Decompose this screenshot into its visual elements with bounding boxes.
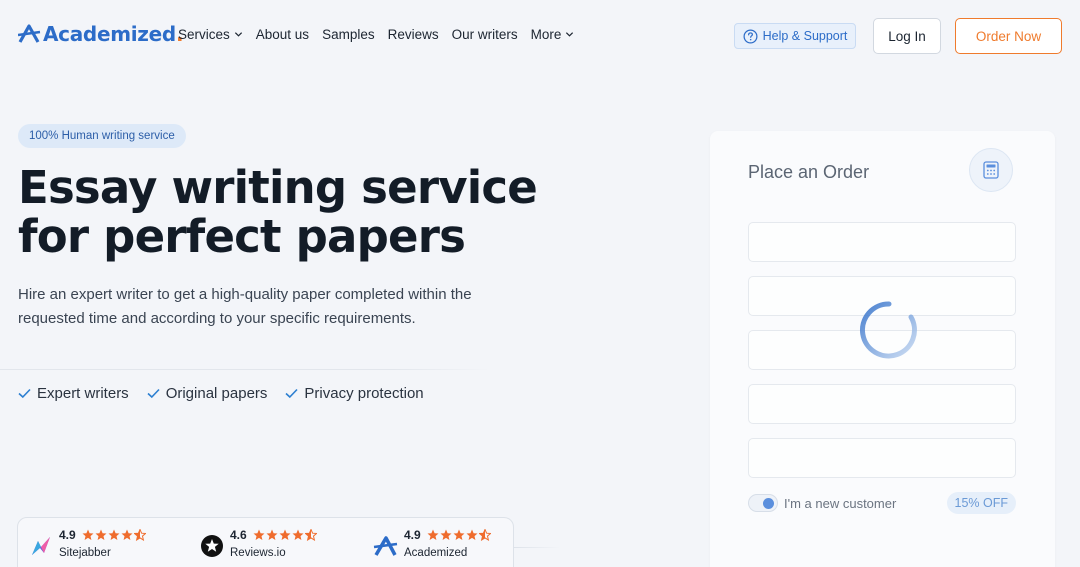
rating-source-name: Reviews.io	[230, 547, 286, 559]
nav-label: About us	[255, 27, 310, 42]
star-icon	[95, 529, 107, 540]
login-button[interactable]: Log In	[873, 18, 941, 54]
nav-label: Our writers	[451, 27, 518, 42]
feature-label: Original papers	[165, 385, 268, 402]
hero-subtitle: Hire an expert writer to get a high-qual…	[18, 286, 472, 327]
star-icon	[121, 529, 133, 540]
site-header: Academized. Services About us Samples Re…	[0, 0, 1080, 72]
logo[interactable]: Academized.	[18, 21, 184, 47]
human-writing-badge: 100% Human writing service	[18, 124, 186, 148]
question-circle-icon	[743, 29, 758, 43]
feature-label: Privacy protection	[304, 385, 424, 402]
order-field-1[interactable]	[748, 222, 1016, 262]
order-field-5[interactable]	[748, 438, 1016, 478]
star-icon	[108, 529, 120, 540]
sitejabber-icon	[32, 537, 50, 555]
nav-label: Services	[178, 27, 230, 42]
star-icon	[292, 529, 304, 540]
order-form-title: Place an Order	[748, 162, 870, 182]
ratings-bar: 4.9 Sitejabber 4.6 Reviews.io 4.9 Academ…	[17, 517, 514, 567]
star-icon	[266, 529, 278, 540]
feature-item: Expert writers	[18, 385, 129, 402]
star-icon	[466, 529, 478, 540]
rating-source-name: Sitejabber	[59, 547, 111, 559]
main-nav: Services About us Samples Reviews Our wr…	[178, 27, 587, 42]
new-customer-label: I'm a new customer	[784, 495, 897, 511]
rating-score: 4.9	[59, 528, 76, 542]
chevron-down-icon	[234, 32, 242, 37]
reviews-io-icon	[201, 535, 223, 557]
divider	[0, 369, 490, 370]
rating-score: 4.6	[230, 528, 247, 542]
order-field-4[interactable]	[748, 384, 1016, 424]
divider	[514, 547, 560, 548]
feature-item: Original papers	[147, 385, 268, 402]
rating-source-name: Academized	[404, 547, 468, 559]
feature-label: Expert writers	[37, 385, 129, 402]
page-title: Essay writing service for perfect papers	[18, 163, 578, 261]
title-line-2: for perfect papers	[18, 210, 466, 263]
check-icon	[147, 388, 160, 399]
title-line-1: Essay writing service	[18, 161, 538, 214]
feature-list: Expert writers Original papers Privacy p…	[18, 385, 424, 402]
chevron-down-icon	[566, 32, 574, 37]
star-icon	[440, 529, 452, 540]
order-form-panel: Place an Order I'm a new customer 15% OF…	[710, 131, 1055, 567]
academized-icon	[373, 536, 398, 556]
feature-item: Privacy protection	[285, 385, 424, 402]
new-customer-toggle-row: I'm a new customer 15% OFF	[748, 492, 1016, 514]
check-icon	[18, 388, 31, 399]
half-star-icon	[304, 529, 317, 541]
toggle-knob	[763, 498, 774, 509]
rating-academized[interactable]: 4.9 Academized	[373, 528, 491, 559]
nav-item-reviews[interactable]: Reviews	[388, 27, 439, 42]
rating-score: 4.9	[404, 528, 421, 542]
help-support-label: Help & Support	[762, 29, 848, 43]
half-star-icon	[133, 529, 146, 541]
nav-item-services[interactable]: Services	[178, 27, 243, 42]
calculator-icon	[983, 161, 999, 179]
star-icon	[253, 529, 265, 540]
nav-label: More	[530, 27, 562, 42]
nav-item-about-us[interactable]: About us	[256, 27, 309, 42]
rating-reviews-io[interactable]: 4.6 Reviews.io	[199, 528, 317, 559]
star-icon	[427, 529, 439, 540]
nav-item-our-writers[interactable]: Our writers	[452, 27, 518, 42]
price-calculator-button[interactable]	[969, 148, 1013, 192]
order-now-button[interactable]: Order Now	[955, 18, 1062, 54]
discount-badge: 15% OFF	[946, 492, 1016, 514]
logo-mark-icon	[18, 24, 41, 43]
star-rating	[253, 529, 317, 541]
nav-item-samples[interactable]: Samples	[322, 27, 375, 42]
star-icon	[82, 529, 94, 540]
nav-label: Samples	[322, 27, 375, 42]
nav-label: Reviews	[387, 27, 439, 42]
half-star-icon	[478, 529, 491, 541]
check-icon	[285, 388, 298, 399]
loading-spinner-icon	[859, 301, 917, 359]
new-customer-toggle[interactable]	[748, 494, 778, 512]
help-support-button[interactable]: Help & Support	[734, 23, 856, 49]
star-rating	[427, 529, 491, 541]
star-icon	[279, 529, 291, 540]
rating-sitejabber[interactable]: 4.9 Sitejabber	[28, 528, 146, 559]
star-icon	[453, 529, 465, 540]
nav-item-more[interactable]: More	[531, 27, 575, 42]
logo-text: Academized	[43, 22, 176, 46]
star-rating	[82, 529, 146, 541]
